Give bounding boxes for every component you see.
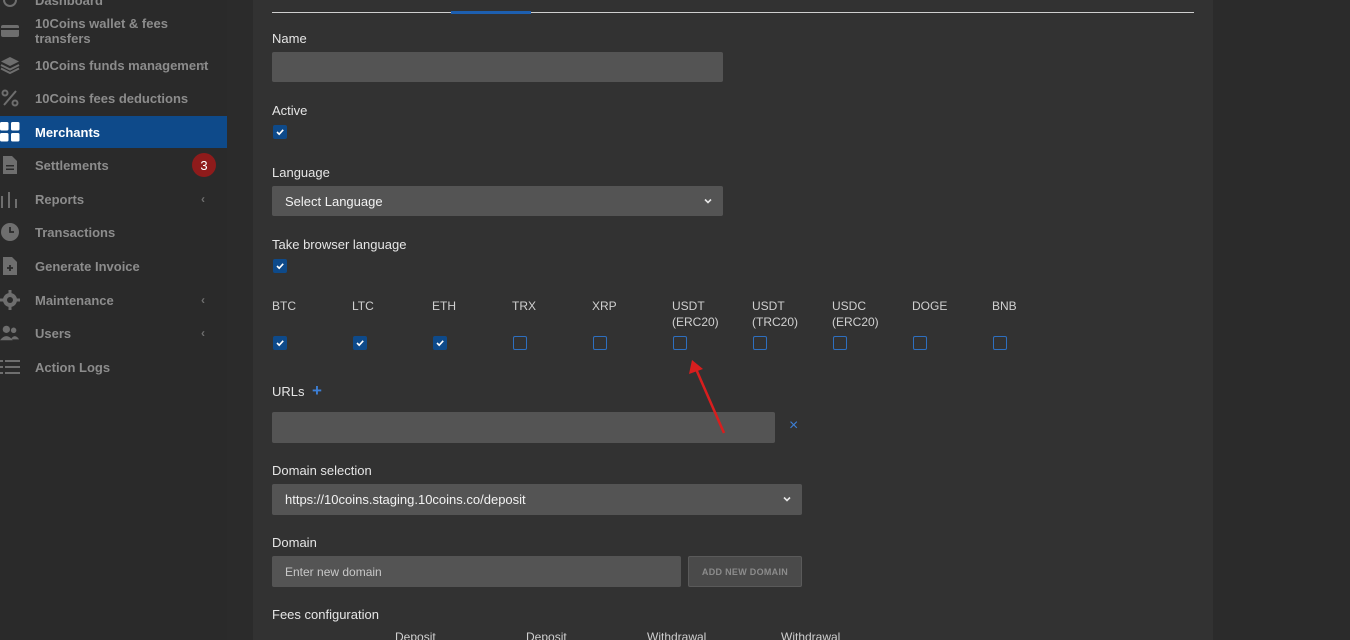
fees-column-header: Withdrawal — [781, 630, 841, 640]
fees-column-header: Deposit — [395, 630, 436, 640]
dashboard-icon — [0, 0, 20, 10]
tab-bar-divider — [272, 12, 1194, 13]
coin-label: USDT (TRC20) — [752, 299, 799, 329]
file-plus-icon — [0, 256, 20, 276]
sidebar-item-label: 10Coins fees deductions — [35, 90, 189, 106]
page-background-right — [1213, 0, 1350, 640]
active-label: Active — [272, 103, 308, 118]
name-label: Name — [272, 31, 307, 46]
fees-column-header: Withdrawal — [647, 630, 707, 640]
sidebar-item-10coins-fees-deductions[interactable]: 10Coins fees deductions — [0, 82, 227, 114]
sidebar-item-10coins-wallet-fees-transfers[interactable]: 10Coins wallet & fees transfers — [0, 15, 227, 47]
chevron-down-icon — [704, 198, 712, 204]
grid-icon — [0, 122, 20, 142]
remove-url-icon[interactable]: × — [789, 417, 798, 435]
chevron-left-icon: ‹ — [201, 326, 205, 340]
chevron-left-icon: ‹ — [201, 58, 205, 72]
language-select-value: Select Language — [285, 193, 383, 209]
annotation-arrow-icon — [689, 360, 726, 434]
coin-label: BTC — [272, 299, 296, 313]
document-icon — [0, 155, 20, 175]
sidebar-item-label: Settlements — [35, 157, 109, 173]
wallet-icon — [0, 21, 20, 41]
percent-icon — [0, 88, 20, 108]
sidebar-item-label: Users — [35, 325, 72, 341]
sidebar-item-label: Action Logs — [35, 359, 111, 375]
add-new-domain-button[interactable]: ADD NEW DOMAIN — [688, 556, 802, 587]
users-icon — [0, 323, 20, 343]
bar-chart-icon — [0, 189, 20, 209]
language-label: Language — [272, 165, 330, 180]
coin-label: USDT (ERC20) — [672, 299, 719, 329]
sidebar-item-label: Generate Invoice — [35, 258, 140, 274]
sidebar-item-settlements[interactable]: Settlements 3 — [0, 149, 227, 181]
language-select[interactable]: Select Language — [272, 186, 723, 216]
sidebar-item-dashboard[interactable]: Dashboard — [0, 0, 227, 16]
urls-label: URLs — [272, 384, 305, 399]
coin-label: DOGE — [912, 299, 948, 313]
layers-icon — [0, 55, 20, 75]
notification-badge: 3 — [192, 153, 216, 177]
coin-checkbox-usdt-trc20[interactable] — [753, 336, 767, 350]
chevron-left-icon: ‹ — [201, 192, 205, 206]
coin-checkbox-trx[interactable] — [513, 336, 527, 350]
coin-label: LTC — [352, 299, 374, 313]
coin-checkbox-btc[interactable] — [273, 336, 287, 350]
coin-label: ETH — [432, 299, 456, 313]
sidebar-item-users[interactable]: Users ‹ — [0, 317, 227, 349]
coin-label: USDC (ERC20) — [832, 299, 879, 329]
fees-configuration-label: Fees configuration — [272, 607, 379, 622]
active-checkbox[interactable] — [273, 125, 287, 139]
browser-language-label: Take browser language — [272, 237, 407, 252]
coin-checkbox-doge[interactable] — [913, 336, 927, 350]
coin-label: BNB — [992, 299, 1017, 313]
sidebar-item-label: Transactions — [35, 224, 116, 240]
sidebar-item-label: Merchants — [35, 124, 101, 140]
coin-checkbox-xrp[interactable] — [593, 336, 607, 350]
active-tab-indicator[interactable] — [451, 11, 531, 14]
list-icon — [0, 357, 20, 377]
coin-checkbox-eth[interactable] — [433, 336, 447, 350]
domain-label: Domain — [272, 535, 317, 550]
coin-label: XRP — [592, 299, 617, 313]
sidebar-item-label: Dashboard — [35, 0, 103, 8]
coin-checkbox-bnb[interactable] — [993, 336, 1007, 350]
new-domain-input[interactable] — [272, 556, 681, 587]
sidebar-item-action-logs[interactable]: Action Logs — [0, 351, 227, 383]
sidebar-item-label: 10Coins wallet & fees transfers — [35, 16, 168, 46]
browser-language-checkbox[interactable] — [273, 259, 287, 273]
name-input[interactable] — [272, 52, 723, 82]
domain-selection-select[interactable]: https://10coins.staging.10coins.co/depos… — [272, 484, 802, 515]
domain-selection-value: https://10coins.staging.10coins.co/depos… — [285, 492, 526, 507]
add-url-icon[interactable]: + — [312, 381, 322, 401]
sidebar: Dashboard 10Coins wallet & fees transfers… — [0, 0, 227, 640]
domain-selection-label: Domain selection — [272, 463, 372, 478]
chevron-left-icon: ‹ — [201, 293, 205, 307]
sidebar-item-10coins-funds-management[interactable]: 10Coins funds management ‹ — [0, 49, 227, 81]
sidebar-item-maintenance[interactable]: Maintenance ‹ — [0, 284, 227, 316]
chevron-down-icon — [783, 496, 791, 502]
sidebar-item-transactions[interactable]: Transactions — [0, 216, 227, 248]
sidebar-item-label: Reports — [35, 191, 85, 207]
gear-icon — [0, 290, 20, 310]
sidebar-item-merchants[interactable]: Merchants — [0, 116, 227, 148]
sidebar-item-label: Maintenance — [35, 292, 114, 308]
merchant-form-panel: Name Active Language Select Language Tak… — [253, 0, 1213, 640]
coin-checkbox-ltc[interactable] — [353, 336, 367, 350]
fees-column-header: Deposit — [526, 630, 567, 640]
coin-checkbox-usdc-erc20[interactable] — [833, 336, 847, 350]
sidebar-item-generate-invoice[interactable]: Generate Invoice — [0, 250, 227, 282]
coin-label: TRX — [512, 299, 536, 313]
coin-checkbox-usdt-erc20[interactable] — [673, 336, 687, 350]
sidebar-item-reports[interactable]: Reports ‹ — [0, 183, 227, 215]
clock-icon — [0, 222, 20, 242]
sidebar-item-label: 10Coins funds management — [35, 57, 209, 73]
